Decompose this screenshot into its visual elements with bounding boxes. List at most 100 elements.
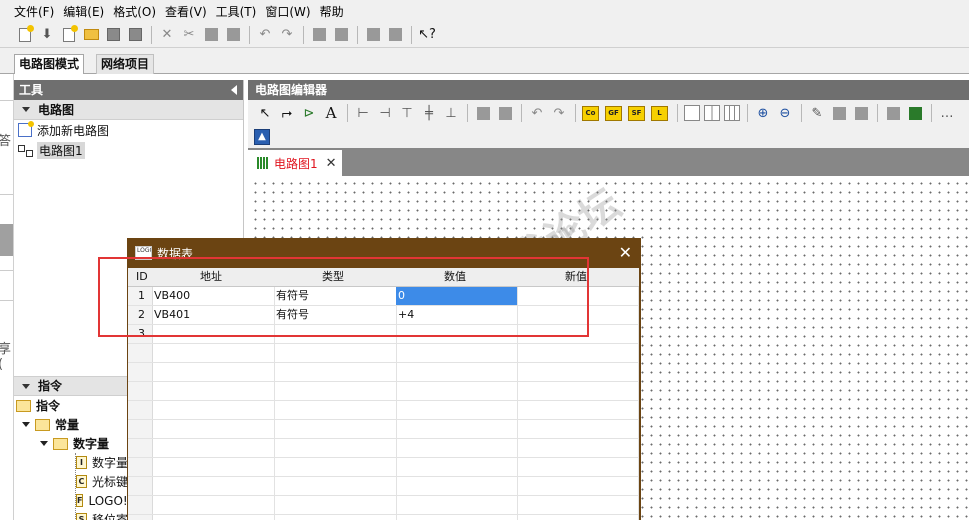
tab-diagram-mode[interactable]: 电路图模式: [14, 54, 85, 74]
document-tab-bar: 电路图1 ✕: [248, 148, 969, 176]
download-icon[interactable]: ⬇: [38, 26, 56, 44]
online-test-icon[interactable]: [906, 104, 924, 122]
editor-toolbar-row2: ▲: [248, 126, 969, 148]
tree-constants-item[interactable]: 常量: [14, 415, 128, 434]
function-key-icon: F: [76, 494, 84, 507]
align-bottom-icon[interactable]: ⊥: [442, 104, 460, 122]
table-row[interactable]: 1 VB400 有符号 0: [128, 287, 639, 306]
menu-edit[interactable]: 编辑(E): [63, 3, 104, 20]
menu-view[interactable]: 查看(V): [165, 3, 207, 20]
rotate-left-icon[interactable]: ↶: [528, 104, 546, 122]
fragment-text-bottom: 享(: [0, 338, 13, 372]
grid-icon[interactable]: [852, 104, 870, 122]
save-icon[interactable]: [104, 26, 122, 44]
properties-icon[interactable]: [364, 26, 382, 44]
close-icon[interactable]: ✕: [619, 243, 632, 262]
align-left-icon[interactable]: ⊢: [354, 104, 372, 122]
simulation-icon[interactable]: [884, 104, 902, 122]
sf-functions-icon[interactable]: SF: [628, 105, 645, 121]
diagram-1-label: 电路图1: [37, 141, 85, 159]
split-icon[interactable]: [310, 26, 328, 44]
table-icon[interactable]: [830, 104, 848, 122]
copy-icon[interactable]: [202, 26, 220, 44]
rotate-right-icon[interactable]: ↷: [550, 104, 568, 122]
delete-icon[interactable]: ✕: [158, 26, 176, 44]
zoom-out-icon[interactable]: ⊖: [776, 104, 794, 122]
menu-format[interactable]: 格式(O): [113, 3, 156, 20]
add-diagram-item[interactable]: 添加新电路图: [14, 120, 243, 140]
menu-window[interactable]: 窗口(W): [265, 3, 310, 20]
table-header: ID 地址 类型 数值 新值: [128, 268, 639, 287]
co-connectors-icon[interactable]: Co: [582, 105, 599, 121]
block-properties-icon[interactable]: [386, 26, 404, 44]
cut-icon[interactable]: ✂: [180, 26, 198, 44]
menu-help[interactable]: 帮助: [320, 3, 344, 20]
row-type[interactable]: 有符号: [276, 306, 309, 324]
redo-icon[interactable]: ↷: [278, 26, 296, 44]
new-file-icon[interactable]: [16, 24, 34, 44]
connect-tool-icon[interactable]: ⮣: [278, 104, 296, 122]
row-address[interactable]: VB401: [154, 306, 190, 324]
tab-diagram-1[interactable]: 电路图1 ✕: [248, 150, 342, 176]
collapse-left-icon[interactable]: [231, 85, 237, 95]
empty-row: [128, 439, 639, 458]
pen-icon[interactable]: ✎: [808, 104, 826, 122]
menu-tools[interactable]: 工具(T): [216, 3, 257, 20]
open-folder-icon[interactable]: [82, 26, 100, 44]
tree-leaf-item[interactable]: C 光标键: [14, 472, 128, 491]
more-tools-icon[interactable]: …: [938, 104, 956, 122]
toolbar-separator: [575, 104, 576, 122]
l-levels-icon[interactable]: L: [651, 105, 668, 121]
tree-root-item[interactable]: 指令: [14, 396, 128, 415]
move-up-icon[interactable]: ▲: [254, 129, 270, 145]
tree-leaf-label: 数字量: [91, 456, 128, 470]
diagram-section-header[interactable]: 电路图: [14, 100, 243, 120]
toolbar-separator: [467, 104, 468, 122]
new-folder-icon[interactable]: [60, 24, 78, 44]
diagram-1-item[interactable]: 电路图1: [14, 140, 243, 160]
context-help-icon[interactable]: ↖?: [418, 26, 436, 44]
triple-view-icon[interactable]: [724, 105, 740, 121]
split-view-icon[interactable]: [704, 105, 720, 121]
input-block-icon: I: [76, 456, 87, 469]
join-icon[interactable]: [332, 26, 350, 44]
editor-title: 电路图编辑器: [255, 83, 328, 97]
single-view-icon[interactable]: [684, 105, 700, 121]
ungroup-icon[interactable]: [496, 104, 514, 122]
group-icon[interactable]: [474, 104, 492, 122]
close-icon[interactable]: ✕: [326, 156, 337, 171]
dialog-titlebar[interactable]: LOGO 数据表 ✕: [127, 238, 641, 268]
toolbar-separator: [747, 104, 748, 122]
row-type[interactable]: 有符号: [276, 287, 309, 305]
row-value[interactable]: +4: [398, 306, 414, 324]
text-tool-icon[interactable]: A: [322, 104, 340, 122]
row-value[interactable]: 0: [396, 287, 517, 305]
tree-digital-item[interactable]: 数字量: [14, 434, 128, 453]
undo-icon[interactable]: ↶: [256, 26, 274, 44]
row-address[interactable]: VB400: [154, 287, 190, 305]
select-tool-icon[interactable]: ↖: [256, 104, 274, 122]
gf-functions-icon[interactable]: GF: [605, 105, 622, 121]
zoom-in-icon[interactable]: ⊕: [754, 104, 772, 122]
paste-icon[interactable]: [224, 26, 242, 44]
tree-leaf-item[interactable]: F LOGO! T: [14, 491, 128, 510]
constant-tool-icon[interactable]: ⊳: [300, 104, 318, 122]
menu-file[interactable]: 文件(F): [14, 3, 54, 20]
table-row[interactable]: 3: [128, 325, 639, 344]
align-middle-icon[interactable]: ╪: [420, 104, 438, 122]
empty-row: [128, 382, 639, 401]
instructions-header[interactable]: 指令: [14, 376, 128, 396]
expand-icon: [22, 383, 30, 389]
tools-panel-header: 工具: [14, 80, 243, 100]
align-right-icon[interactable]: ⊣: [376, 104, 394, 122]
tab-network-project[interactable]: 网络项目: [96, 54, 155, 74]
table-row[interactable]: 2 VB401 有符号 +4: [128, 306, 639, 325]
tree-leaf-item[interactable]: I 数字量: [14, 453, 128, 472]
tree-leaf-item[interactable]: S 移位寄: [14, 510, 128, 520]
logo-icon: LOGO: [135, 246, 152, 260]
toolbar-separator: [521, 104, 522, 122]
col-header-new-value: 新值: [565, 270, 587, 283]
align-top-icon[interactable]: ⊤: [398, 104, 416, 122]
empty-row: [128, 458, 639, 477]
print-icon[interactable]: [126, 26, 144, 44]
